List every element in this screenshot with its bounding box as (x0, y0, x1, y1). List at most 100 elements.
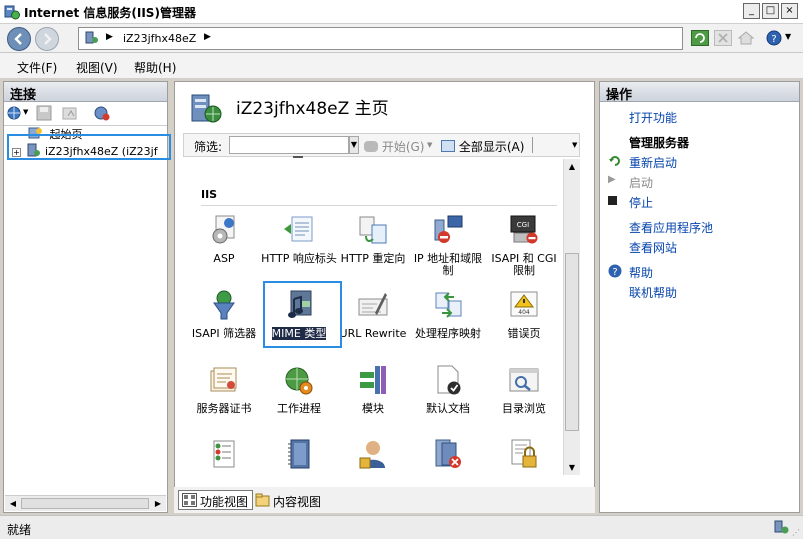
scroll-down-icon[interactable]: ▼ (565, 461, 579, 474)
menu-help[interactable]: 帮助(H) (134, 59, 176, 76)
isapi-cgi-icon: CGI (510, 215, 538, 244)
feature-asp[interactable]: ASP (186, 214, 262, 265)
feature-isapi-filters[interactable]: ISAPI 筛选器 (186, 289, 262, 340)
window-title: Internet 信息服务(IIS)管理器 (24, 6, 196, 20)
authorization-icon (359, 441, 385, 469)
feature-ssl-settings[interactable] (486, 438, 562, 477)
ssl-settings-icon (511, 439, 537, 468)
network-status-icon (774, 520, 789, 534)
scroll-thumb[interactable] (21, 498, 149, 509)
connections-hscrollbar[interactable]: ◀ ▶ (5, 495, 166, 511)
breadcrumb-separator[interactable]: ▶ (204, 32, 211, 42)
feature-modules[interactable]: 模块 (335, 364, 411, 415)
up-level-icon[interactable] (62, 105, 78, 121)
filter-dropdown-icon[interactable]: ▼ (349, 136, 359, 154)
breadcrumb-server[interactable]: iZ23jfhx48eZ (123, 32, 196, 45)
start-filter-button[interactable]: 开始(G) (364, 138, 425, 155)
http-response-headers-icon (284, 216, 313, 242)
svg-text:?: ? (771, 34, 776, 45)
feature-default-document[interactable]: 默认文档 (410, 364, 486, 415)
view-switcher: 功能视图 内容视图 (174, 487, 595, 513)
menu-bar: 文件(F) 视图(V) 帮助(H) (0, 53, 803, 79)
scroll-up-icon[interactable]: ▲ (565, 160, 579, 173)
home-icon[interactable] (737, 30, 755, 46)
view-app-pools-link[interactable]: 查看应用程序池 (629, 219, 713, 236)
features-view-tab[interactable]: 功能视图 (178, 490, 254, 510)
feature-authorization[interactable] (335, 438, 411, 477)
connections-toolbar: ▼ (4, 102, 167, 126)
feature-http-redirect[interactable]: HTTP 重定向 (335, 214, 411, 265)
back-button[interactable] (7, 27, 31, 51)
open-feature-link[interactable]: 打开功能 (629, 109, 677, 126)
stop-icon (608, 196, 617, 205)
feature-directory-browsing[interactable]: 目录浏览 (486, 364, 562, 415)
feature-isapi-cgi[interactable]: CGI ISAPI 和 CGI 限制 (486, 214, 562, 277)
scroll-thumb[interactable] (565, 253, 579, 431)
group-header-iis[interactable]: IIS (201, 188, 217, 201)
page-title: iZ23jfhx48eZ 主页 (236, 99, 389, 119)
close-button[interactable]: × (781, 3, 798, 19)
selection-highlight (7, 134, 171, 160)
http-redirect-icon (359, 216, 387, 244)
actions-panel: 操作 打开功能 管理服务器 重新启动 ▶ 启动 停止 查看应用程序池 查看网站 … (599, 81, 800, 513)
menu-file[interactable]: 文件(F) (17, 59, 57, 76)
help-link[interactable]: 帮助 (629, 264, 653, 281)
feature-handler-mappings[interactable]: 处理程序映射 (410, 289, 486, 340)
forward-arrow-icon (44, 33, 52, 45)
forward-button[interactable] (35, 27, 59, 51)
filter-toolbar: 筛选: ▼ 开始(G) ▼ 全部显示(A) ▼ (183, 133, 580, 157)
disconnect-icon[interactable] (94, 105, 110, 121)
feature-worker-processes[interactable]: 工作进程 (261, 364, 337, 415)
start-link[interactable]: 启动 (629, 174, 653, 191)
scroll-left-icon[interactable]: ◀ (6, 497, 20, 510)
actions-title: 操作 (600, 82, 799, 103)
menu-view[interactable]: 视图(V) (76, 59, 118, 76)
feature-request-filtering[interactable] (410, 438, 486, 477)
connect-globe-icon[interactable] (7, 105, 23, 121)
manage-server-heading: 管理服务器 (629, 136, 690, 150)
address-field[interactable]: ▶ iZ23jfhx48eZ ▶ (78, 27, 683, 50)
status-bar: 就绪 ⋰ (0, 515, 803, 539)
connect-dropdown-icon[interactable]: ▼ (23, 108, 28, 116)
content-view-tab[interactable]: 内容视图 (251, 490, 326, 510)
stop-link[interactable]: 停止 (629, 194, 653, 211)
breadcrumb-separator: ▶ (106, 32, 113, 42)
filter-divider (532, 137, 533, 153)
feature-url-rewrite[interactable]: URL Rewrite (335, 289, 411, 340)
features-vscrollbar[interactable]: ▲ ▼ (563, 159, 580, 475)
isapi-filters-icon (213, 290, 235, 320)
server-certificates-icon (210, 367, 237, 392)
svg-text:?: ? (612, 267, 617, 278)
help-dropdown-icon[interactable]: ▼ (785, 32, 791, 41)
server-icon (85, 31, 98, 44)
online-help-link[interactable]: 联机帮助 (629, 284, 677, 301)
connections-title: 连接 (4, 82, 167, 103)
resize-grip[interactable]: ⋰ (792, 528, 800, 537)
feature-error-pages[interactable]: 404 错误页 (486, 289, 562, 340)
feature-ip-restrictions[interactable]: IP 地址和域限制 (410, 214, 486, 277)
feature-server-certificates[interactable]: 服务器证书 (186, 364, 262, 415)
feature-http-response-headers[interactable]: HTTP 响应标头 (261, 214, 337, 265)
show-all-button[interactable]: 全部显示(A) (441, 138, 524, 155)
toolbar-overflow-icon[interactable]: ▼ (572, 141, 577, 149)
save-icon[interactable] (36, 105, 52, 121)
refresh-icon[interactable] (691, 30, 709, 46)
stop-icon[interactable] (714, 30, 732, 46)
feature-authentication[interactable] (186, 438, 262, 477)
worker-processes-icon (285, 367, 313, 395)
maximize-button[interactable]: □ (762, 3, 779, 19)
minimize-button[interactable]: _ (743, 3, 760, 19)
restart-link[interactable]: 重新启动 (629, 154, 677, 171)
handler-mappings-icon (435, 292, 462, 318)
binoculars-icon (364, 141, 378, 152)
iis-app-icon (4, 5, 20, 20)
ip-restrictions-icon (434, 215, 463, 243)
filter-input[interactable] (229, 136, 349, 154)
feature-logging[interactable] (261, 438, 337, 477)
asp-icon (212, 215, 235, 244)
group-divider (201, 205, 557, 206)
start-dropdown-icon[interactable]: ▼ (427, 141, 432, 149)
scroll-right-icon[interactable]: ▶ (151, 497, 165, 510)
view-sites-link[interactable]: 查看网站 (629, 239, 677, 256)
help-icon[interactable]: ? (766, 30, 784, 46)
